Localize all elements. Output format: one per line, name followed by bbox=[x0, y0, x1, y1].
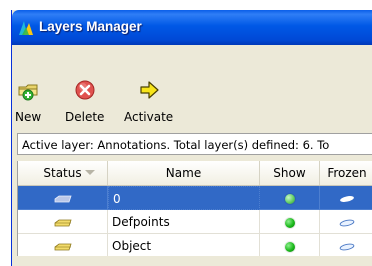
column-header-frozen[interactable]: Frozen bbox=[320, 161, 372, 185]
visible-dot-icon[interactable] bbox=[284, 193, 295, 204]
activate-button[interactable]: Activate bbox=[124, 78, 173, 124]
table-header: Status Name Show Frozen bbox=[18, 161, 372, 186]
table-row[interactable]: 0 bbox=[18, 186, 372, 210]
table-row[interactable]: Object bbox=[18, 234, 372, 256]
column-header-name[interactable]: Name bbox=[108, 161, 260, 185]
frozen-cell[interactable] bbox=[320, 234, 372, 256]
column-header-show[interactable]: Show bbox=[260, 161, 320, 185]
name-cell[interactable]: Defpoints bbox=[108, 210, 260, 234]
unfrozen-icon[interactable] bbox=[339, 195, 355, 203]
column-frozen-label: Frozen bbox=[327, 166, 367, 180]
activate-button-label: Activate bbox=[124, 110, 174, 124]
status-cell[interactable] bbox=[18, 234, 108, 256]
layer-name: Defpoints bbox=[112, 215, 170, 229]
sort-arrow-icon bbox=[85, 170, 95, 175]
column-status-label: Status bbox=[43, 166, 82, 180]
new-button-label: New bbox=[15, 110, 42, 124]
layers-manager-window: Layers Manager New Delete Activate Activ… bbox=[11, 10, 372, 266]
frozen-cell[interactable] bbox=[320, 186, 372, 210]
frozen-cell[interactable] bbox=[320, 210, 372, 234]
layer-folder-icon bbox=[54, 243, 72, 250]
layer-folder-icon bbox=[54, 219, 72, 226]
layers-app-icon bbox=[19, 21, 33, 35]
unfrozen-icon[interactable] bbox=[339, 243, 355, 251]
arrow-right-icon bbox=[139, 81, 159, 99]
visible-dot-icon[interactable] bbox=[284, 217, 295, 228]
column-header-status[interactable]: Status bbox=[18, 161, 108, 185]
visible-dot-icon[interactable] bbox=[284, 241, 295, 252]
name-cell[interactable]: Object bbox=[108, 234, 260, 256]
unfrozen-icon[interactable] bbox=[339, 219, 355, 227]
show-cell[interactable] bbox=[260, 186, 320, 210]
delete-button[interactable]: Delete bbox=[65, 78, 104, 124]
new-layer-icon bbox=[18, 84, 38, 101]
layer-name: 0 bbox=[113, 192, 121, 206]
table-row[interactable]: Defpoints bbox=[18, 210, 372, 234]
toolbar: New Delete Activate bbox=[12, 45, 372, 133]
status-cell[interactable] bbox=[18, 210, 108, 234]
window-title: Layers Manager bbox=[39, 19, 142, 34]
layer-name: Object bbox=[112, 239, 152, 253]
column-name-label: Name bbox=[165, 166, 202, 180]
layers-table: Status Name Show Frozen 0 Defpoints Obje… bbox=[17, 161, 372, 256]
show-cell[interactable] bbox=[260, 234, 320, 256]
new-button[interactable]: New bbox=[15, 78, 41, 124]
status-cell[interactable] bbox=[18, 186, 108, 210]
column-show-label: Show bbox=[273, 166, 306, 180]
name-cell[interactable]: 0 bbox=[108, 186, 260, 210]
active-layer-info: Active layer: Annotations. Total layer(s… bbox=[17, 133, 372, 155]
delete-icon bbox=[75, 80, 95, 100]
title-bar[interactable]: Layers Manager bbox=[12, 10, 372, 45]
show-cell[interactable] bbox=[260, 210, 320, 234]
layer-folder-icon bbox=[54, 195, 72, 202]
delete-button-label: Delete bbox=[65, 110, 105, 124]
